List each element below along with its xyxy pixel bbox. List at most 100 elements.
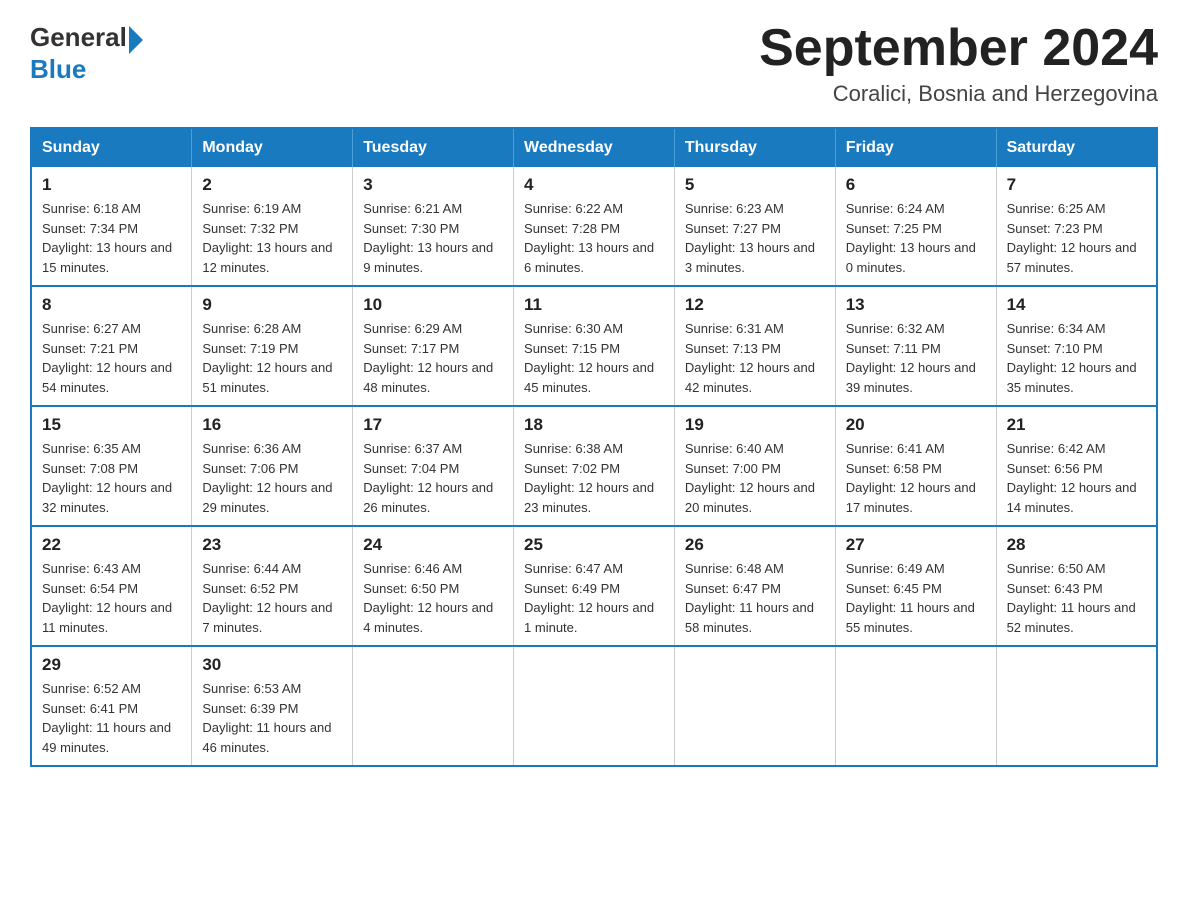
calendar-cell: 13Sunrise: 6:32 AMSunset: 7:11 PMDayligh…: [835, 286, 996, 406]
day-info: Sunrise: 6:22 AMSunset: 7:28 PMDaylight:…: [524, 199, 664, 277]
day-info: Sunrise: 6:50 AMSunset: 6:43 PMDaylight:…: [1007, 559, 1146, 637]
week-row-4: 22 Sunrise: 6:43 AMSunset: 6:54 PMDayligh…: [31, 526, 1157, 646]
day-info: Sunrise: 6:48 AMSunset: 6:47 PMDaylight:…: [685, 559, 825, 637]
day-info: Sunrise: 6:52 AMSunset: 6:41 PMDaylight:…: [42, 679, 181, 757]
calendar-cell: 4Sunrise: 6:22 AMSunset: 7:28 PMDaylight…: [514, 167, 675, 286]
calendar-cell: 8 Sunrise: 6:27 AMSunset: 7:21 PMDaylight…: [31, 286, 192, 406]
calendar-cell: 25 Sunrise: 6:47 AMSunset: 6:49 PMDayligh…: [514, 526, 675, 646]
day-of-week-saturday: Saturday: [996, 128, 1157, 167]
calendar-cell: 5Sunrise: 6:23 AMSunset: 7:27 PMDaylight…: [674, 167, 835, 286]
page-header: General Blue September 2024 Coralici, Bo…: [30, 20, 1158, 107]
calendar-cell: 9 Sunrise: 6:28 AMSunset: 7:19 PMDaylight…: [192, 286, 353, 406]
calendar-cell: 12 Sunrise: 6:31 AMSunset: 7:13 PMDayligh…: [674, 286, 835, 406]
logo: General Blue: [30, 20, 143, 85]
calendar-cell: [835, 646, 996, 766]
day-number: 20: [846, 415, 986, 435]
day-number: 21: [1007, 415, 1146, 435]
day-of-week-friday: Friday: [835, 128, 996, 167]
day-info: Sunrise: 6:35 AMSunset: 7:08 PMDaylight:…: [42, 439, 181, 517]
day-info: Sunrise: 6:28 AMSunset: 7:19 PMDaylight:…: [202, 319, 342, 397]
day-info: Sunrise: 6:31 AMSunset: 7:13 PMDaylight:…: [685, 319, 825, 397]
calendar-cell: 2 Sunrise: 6:19 AMSunset: 7:32 PMDaylight…: [192, 167, 353, 286]
day-number: 8: [42, 295, 181, 315]
calendar-table: SundayMondayTuesdayWednesdayThursdayFrid…: [30, 127, 1158, 767]
days-of-week-row: SundayMondayTuesdayWednesdayThursdayFrid…: [31, 128, 1157, 167]
day-info: Sunrise: 6:30 AMSunset: 7:15 PMDaylight:…: [524, 319, 664, 397]
day-info: Sunrise: 6:49 AMSunset: 6:45 PMDaylight:…: [846, 559, 986, 637]
calendar-cell: 19Sunrise: 6:40 AMSunset: 7:00 PMDayligh…: [674, 406, 835, 526]
day-number: 28: [1007, 535, 1146, 555]
day-number: 25: [524, 535, 664, 555]
day-number: 23: [202, 535, 342, 555]
month-year-title: September 2024: [759, 20, 1158, 77]
calendar-cell: 17 Sunrise: 6:37 AMSunset: 7:04 PMDayligh…: [353, 406, 514, 526]
calendar-cell: 14 Sunrise: 6:34 AMSunset: 7:10 PMDayligh…: [996, 286, 1157, 406]
day-info: Sunrise: 6:25 AMSunset: 7:23 PMDaylight:…: [1007, 199, 1146, 277]
day-number: 16: [202, 415, 342, 435]
title-block: September 2024 Coralici, Bosnia and Herz…: [759, 20, 1158, 107]
week-row-2: 8 Sunrise: 6:27 AMSunset: 7:21 PMDaylight…: [31, 286, 1157, 406]
day-info: Sunrise: 6:23 AMSunset: 7:27 PMDaylight:…: [685, 199, 825, 277]
calendar-header: SundayMondayTuesdayWednesdayThursdayFrid…: [31, 128, 1157, 167]
calendar-cell: 10Sunrise: 6:29 AMSunset: 7:17 PMDayligh…: [353, 286, 514, 406]
day-number: 26: [685, 535, 825, 555]
day-info: Sunrise: 6:38 AMSunset: 7:02 PMDaylight:…: [524, 439, 664, 517]
day-number: 1: [42, 175, 181, 195]
calendar-cell: 27 Sunrise: 6:49 AMSunset: 6:45 PMDayligh…: [835, 526, 996, 646]
calendar-cell: [996, 646, 1157, 766]
day-info: Sunrise: 6:18 AMSunset: 7:34 PMDaylight:…: [42, 199, 181, 277]
calendar-cell: 23 Sunrise: 6:44 AMSunset: 6:52 PMDayligh…: [192, 526, 353, 646]
calendar-cell: 20Sunrise: 6:41 AMSunset: 6:58 PMDayligh…: [835, 406, 996, 526]
day-info: Sunrise: 6:36 AMSunset: 7:06 PMDaylight:…: [202, 439, 342, 517]
calendar-body: 1 Sunrise: 6:18 AMSunset: 7:34 PMDaylight…: [31, 167, 1157, 766]
day-info: Sunrise: 6:27 AMSunset: 7:21 PMDaylight:…: [42, 319, 181, 397]
day-of-week-wednesday: Wednesday: [514, 128, 675, 167]
day-info: Sunrise: 6:43 AMSunset: 6:54 PMDaylight:…: [42, 559, 181, 637]
calendar-cell: 15 Sunrise: 6:35 AMSunset: 7:08 PMDayligh…: [31, 406, 192, 526]
logo-general: General: [30, 22, 127, 53]
calendar-cell: 1 Sunrise: 6:18 AMSunset: 7:34 PMDaylight…: [31, 167, 192, 286]
calendar-cell: [674, 646, 835, 766]
day-number: 13: [846, 295, 986, 315]
day-of-week-thursday: Thursday: [674, 128, 835, 167]
day-info: Sunrise: 6:19 AMSunset: 7:32 PMDaylight:…: [202, 199, 342, 277]
calendar-cell: 21 Sunrise: 6:42 AMSunset: 6:56 PMDayligh…: [996, 406, 1157, 526]
day-info: Sunrise: 6:53 AMSunset: 6:39 PMDaylight:…: [202, 679, 342, 757]
week-row-1: 1 Sunrise: 6:18 AMSunset: 7:34 PMDaylight…: [31, 167, 1157, 286]
day-number: 24: [363, 535, 503, 555]
day-of-week-monday: Monday: [192, 128, 353, 167]
day-info: Sunrise: 6:44 AMSunset: 6:52 PMDaylight:…: [202, 559, 342, 637]
day-number: 15: [42, 415, 181, 435]
calendar-cell: 22 Sunrise: 6:43 AMSunset: 6:54 PMDayligh…: [31, 526, 192, 646]
day-number: 9: [202, 295, 342, 315]
day-number: 6: [846, 175, 986, 195]
day-info: Sunrise: 6:21 AMSunset: 7:30 PMDaylight:…: [363, 199, 503, 277]
day-number: 17: [363, 415, 503, 435]
day-info: Sunrise: 6:46 AMSunset: 6:50 PMDaylight:…: [363, 559, 503, 637]
logo-blue: Blue: [30, 54, 143, 85]
day-info: Sunrise: 6:42 AMSunset: 6:56 PMDaylight:…: [1007, 439, 1146, 517]
calendar-cell: 18 Sunrise: 6:38 AMSunset: 7:02 PMDayligh…: [514, 406, 675, 526]
day-info: Sunrise: 6:47 AMSunset: 6:49 PMDaylight:…: [524, 559, 664, 637]
day-number: 30: [202, 655, 342, 675]
day-number: 18: [524, 415, 664, 435]
day-number: 2: [202, 175, 342, 195]
day-number: 29: [42, 655, 181, 675]
day-info: Sunrise: 6:34 AMSunset: 7:10 PMDaylight:…: [1007, 319, 1146, 397]
calendar-cell: 28 Sunrise: 6:50 AMSunset: 6:43 PMDayligh…: [996, 526, 1157, 646]
calendar-cell: 26 Sunrise: 6:48 AMSunset: 6:47 PMDayligh…: [674, 526, 835, 646]
calendar-cell: 16 Sunrise: 6:36 AMSunset: 7:06 PMDayligh…: [192, 406, 353, 526]
day-info: Sunrise: 6:37 AMSunset: 7:04 PMDaylight:…: [363, 439, 503, 517]
calendar-cell: 6 Sunrise: 6:24 AMSunset: 7:25 PMDaylight…: [835, 167, 996, 286]
day-number: 27: [846, 535, 986, 555]
day-info: Sunrise: 6:24 AMSunset: 7:25 PMDaylight:…: [846, 199, 986, 277]
calendar-cell: [353, 646, 514, 766]
calendar-cell: 24 Sunrise: 6:46 AMSunset: 6:50 PMDayligh…: [353, 526, 514, 646]
location-subtitle: Coralici, Bosnia and Herzegovina: [759, 81, 1158, 107]
logo-arrow-icon: [129, 26, 143, 54]
day-number: 12: [685, 295, 825, 315]
day-number: 14: [1007, 295, 1146, 315]
day-number: 22: [42, 535, 181, 555]
calendar-cell: 29 Sunrise: 6:52 AMSunset: 6:41 PMDayligh…: [31, 646, 192, 766]
calendar-cell: [514, 646, 675, 766]
